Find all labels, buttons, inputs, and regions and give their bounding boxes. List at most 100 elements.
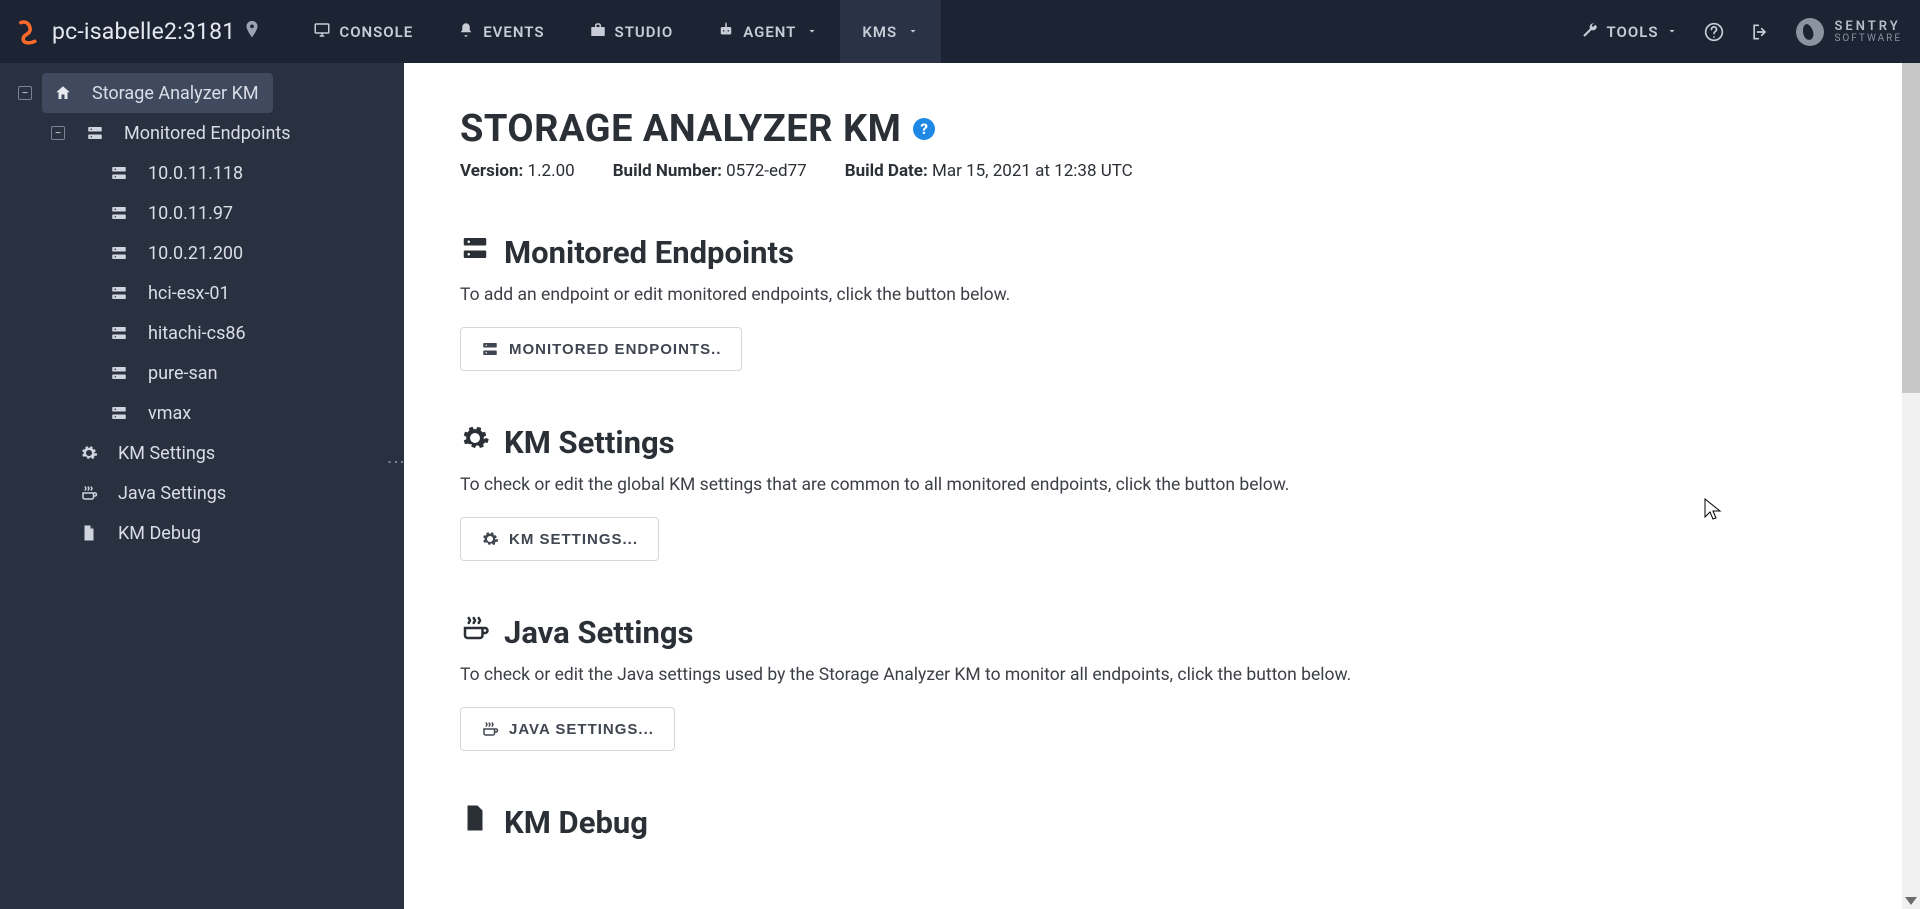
- date-label: Build Date:: [845, 161, 928, 181]
- bell-icon: [457, 21, 475, 43]
- location-pin-icon[interactable]: [241, 19, 263, 45]
- tree-endpoint-item[interactable]: 10.0.11.97: [0, 193, 404, 233]
- build-label: Build Number:: [613, 161, 722, 181]
- section-java-title: Java Settings: [504, 614, 693, 651]
- tree-endpoints-label: Monitored Endpoints: [124, 123, 291, 144]
- version-label: Version:: [460, 161, 523, 181]
- tree-java-settings[interactable]: Java Settings: [0, 473, 404, 513]
- top-bar: pc-isabelle2:3181 CONSOLE EVENTS STUDIO …: [0, 0, 1920, 63]
- briefcase-icon: [589, 21, 607, 43]
- nav-kms-label: KMs: [862, 23, 897, 41]
- version-value: 1.2.00: [528, 161, 575, 181]
- tree-km-settings-label: KM Settings: [118, 443, 215, 464]
- section-endpoints-title: Monitored Endpoints: [504, 234, 794, 271]
- tree-endpoint-item[interactable]: 10.0.11.118: [0, 153, 404, 193]
- help-button[interactable]: [1704, 22, 1724, 42]
- chevron-down-icon: [806, 23, 818, 41]
- tree-endpoint-item[interactable]: hitachi-cs86: [0, 313, 404, 353]
- section-endpoints-desc: To add an endpoint or edit monitored end…: [460, 285, 1490, 305]
- server-icon: [108, 324, 130, 342]
- wrench-icon: [1581, 21, 1599, 43]
- endpoint-label: 10.0.21.200: [148, 243, 243, 264]
- section-debug-title: KM Debug: [504, 804, 648, 841]
- section-java-settings: Java Settings To check or edit the Java …: [460, 613, 1490, 751]
- logout-button[interactable]: [1750, 22, 1770, 42]
- tree-root[interactable]: − Storage Analyzer KM: [0, 73, 404, 113]
- gear-icon: [481, 530, 499, 548]
- sentry-brand-top: SENTRY: [1834, 20, 1902, 33]
- page-title: STORAGE ANALYZER KM ?: [460, 107, 1490, 151]
- nav-agent-label: AGENT: [743, 23, 796, 41]
- endpoint-label: pure-san: [148, 363, 218, 384]
- nav-events[interactable]: EVENTS: [435, 0, 566, 63]
- tree-endpoints[interactable]: − Monitored Endpoints: [0, 113, 404, 153]
- nav-kms[interactable]: KMs: [840, 0, 941, 63]
- sentry-brand: SENTRY SOFTWARE: [1796, 18, 1902, 46]
- tree-km-settings[interactable]: KM Settings: [0, 433, 404, 473]
- host-label: pc-isabelle2:3181: [52, 18, 235, 45]
- section-km-title: KM Settings: [504, 424, 675, 461]
- endpoint-label: hci-esx-01: [148, 283, 230, 304]
- endpoint-label: 10.0.11.97: [148, 203, 233, 224]
- main-nav: CONSOLE EVENTS STUDIO AGENT KMs: [291, 0, 941, 63]
- server-icon: [108, 364, 130, 382]
- java-settings-button-label: JAVA SETTINGS...: [509, 721, 654, 738]
- section-km-settings: KM Settings To check or edit the global …: [460, 423, 1490, 561]
- endpoint-label: 10.0.11.118: [148, 163, 243, 184]
- collapse-icon[interactable]: −: [51, 126, 65, 140]
- sentry-logo-icon: [1796, 18, 1824, 46]
- robot-icon: [717, 21, 735, 43]
- tree-endpoint-item[interactable]: pure-san: [0, 353, 404, 393]
- coffee-icon: [78, 484, 100, 502]
- tree-java-settings-label: Java Settings: [118, 483, 226, 504]
- nav-studio-label: STUDIO: [615, 23, 674, 41]
- kebab-menu-icon[interactable]: ⋮: [385, 453, 406, 473]
- tree-endpoint-item[interactable]: hci-esx-01: [0, 273, 404, 313]
- nav-console-label: CONSOLE: [339, 23, 413, 41]
- tree-km-debug[interactable]: KM Debug: [0, 513, 404, 553]
- server-icon: [84, 124, 106, 142]
- help-icon[interactable]: ?: [913, 118, 935, 140]
- nav-agent[interactable]: AGENT: [695, 0, 840, 63]
- scrollbar-thumb[interactable]: [1902, 63, 1920, 393]
- section-km-debug: KM Debug: [460, 803, 1490, 841]
- tree-endpoint-item[interactable]: 10.0.21.200: [0, 233, 404, 273]
- server-icon: [108, 404, 130, 422]
- date-value: Mar 15, 2021 at 12:38 UTC: [932, 161, 1133, 181]
- gear-icon: [460, 423, 490, 461]
- main-content: STORAGE ANALYZER KM ? Version: 1.2.00 Bu…: [404, 63, 1920, 909]
- home-icon: [52, 84, 74, 102]
- monitored-endpoints-button[interactable]: MONITORED ENDPOINTS..: [460, 327, 742, 371]
- collapse-icon[interactable]: −: [18, 86, 32, 100]
- cursor-icon: [1704, 498, 1722, 522]
- sentry-brand-bottom: SOFTWARE: [1834, 33, 1902, 44]
- server-icon: [481, 340, 499, 358]
- file-icon: [460, 803, 490, 841]
- meta-row: Version: 1.2.00 Build Number: 0572-ed77 …: [460, 161, 1490, 181]
- km-settings-button[interactable]: KM SETTINGS...: [460, 517, 659, 561]
- right-toolbar: TOOLS SENTRY SOFTWARE: [1581, 18, 1902, 46]
- page-title-text: STORAGE ANALYZER KM: [460, 107, 901, 151]
- chevron-down-icon: [1666, 23, 1678, 41]
- sidebar: − Storage Analyzer KM − Monitored Endpoi…: [0, 63, 404, 909]
- display-icon: [313, 21, 331, 43]
- tools-menu[interactable]: TOOLS: [1581, 21, 1679, 43]
- coffee-icon: [460, 613, 490, 651]
- tree-km-debug-label: KM Debug: [118, 523, 201, 544]
- server-icon: [108, 244, 130, 262]
- file-icon: [78, 524, 100, 542]
- nav-console[interactable]: CONSOLE: [291, 0, 435, 63]
- nav-studio[interactable]: STUDIO: [567, 0, 696, 63]
- section-km-desc: To check or edit the global KM settings …: [460, 475, 1490, 495]
- coffee-icon: [481, 720, 499, 738]
- km-settings-button-label: KM SETTINGS...: [509, 531, 638, 548]
- server-icon: [108, 164, 130, 182]
- brand-logo-icon: [14, 17, 44, 47]
- java-settings-button[interactable]: JAVA SETTINGS...: [460, 707, 675, 751]
- tools-label: TOOLS: [1607, 23, 1659, 41]
- tree-endpoint-item[interactable]: vmax: [0, 393, 404, 433]
- monitored-endpoints-button-label: MONITORED ENDPOINTS..: [509, 341, 721, 358]
- endpoint-label: hitachi-cs86: [148, 323, 246, 344]
- scrollbar-down-icon[interactable]: [1905, 897, 1917, 905]
- build-value: 0572-ed77: [726, 161, 807, 181]
